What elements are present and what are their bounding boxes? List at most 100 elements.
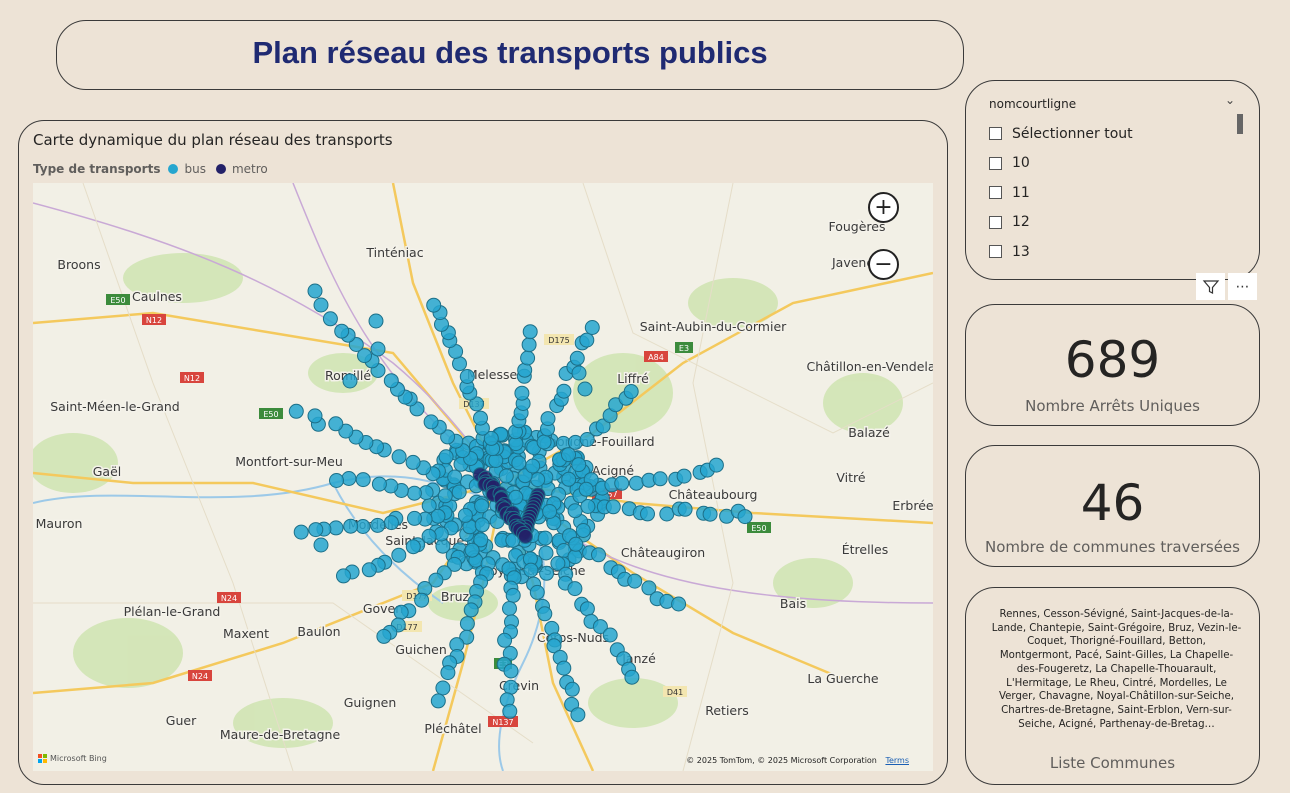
- bus-stop[interactable]: [514, 385, 530, 401]
- bus-stop[interactable]: [361, 562, 377, 578]
- bus-stop[interactable]: [414, 592, 430, 608]
- bus-stop[interactable]: [537, 606, 553, 622]
- bus-stop[interactable]: [522, 324, 538, 340]
- bus-stop[interactable]: [591, 547, 606, 563]
- bus-stop[interactable]: [569, 350, 585, 366]
- bus-stop[interactable]: [423, 414, 439, 430]
- bus-stop[interactable]: [671, 596, 687, 612]
- map-terms-link[interactable]: Terms: [885, 756, 909, 765]
- bus-stop[interactable]: [602, 627, 618, 643]
- bus-stop[interactable]: [536, 434, 552, 450]
- bus-stop[interactable]: [440, 665, 456, 681]
- bus-stop[interactable]: [584, 320, 600, 335]
- checkbox[interactable]: [989, 127, 1002, 141]
- bus-stop[interactable]: [520, 350, 536, 366]
- bus-stop[interactable]: [579, 332, 595, 348]
- slicer-scrollbar[interactable]: [1237, 114, 1243, 134]
- zoom-out-button[interactable]: −: [868, 249, 899, 280]
- bus-stop[interactable]: [567, 503, 583, 519]
- bus-stop[interactable]: [540, 411, 556, 427]
- bus-stop[interactable]: [447, 469, 463, 485]
- bus-stop[interactable]: [568, 536, 584, 552]
- bus-stop[interactable]: [561, 447, 576, 463]
- bus-stop[interactable]: [329, 473, 344, 488]
- bus-stop[interactable]: [605, 499, 621, 515]
- bus-stop[interactable]: [368, 313, 384, 329]
- bus-stop[interactable]: [567, 549, 583, 565]
- bus-stop[interactable]: [407, 510, 422, 526]
- map-svg[interactable]: E50N12N12E50D137D175A84E3N157E50N24D177D…: [33, 183, 933, 771]
- bus-stop[interactable]: [517, 362, 533, 378]
- bus-stop[interactable]: [293, 524, 309, 540]
- bus-stop[interactable]: [575, 523, 591, 538]
- bus-stop[interactable]: [313, 297, 329, 313]
- bus-stop[interactable]: [628, 475, 644, 491]
- bus-stop[interactable]: [505, 587, 521, 603]
- slicer-item-select-all[interactable]: Sélectionner tout: [989, 119, 1133, 149]
- bus-stop[interactable]: [341, 471, 357, 486]
- bus-stop[interactable]: [430, 508, 446, 524]
- bus-stop[interactable]: [334, 323, 350, 339]
- legend-label-metro[interactable]: metro: [232, 162, 268, 176]
- bus-stop[interactable]: [370, 517, 386, 533]
- bus-stop[interactable]: [383, 373, 399, 389]
- bus-stop[interactable]: [652, 471, 668, 487]
- bus-stop[interactable]: [708, 457, 724, 473]
- bus-stop[interactable]: [577, 381, 593, 397]
- bus-stop[interactable]: [659, 506, 675, 522]
- legend-label-bus[interactable]: bus: [184, 162, 205, 176]
- bus-stop[interactable]: [457, 507, 473, 523]
- chevron-down-icon[interactable]: ⌄: [1225, 93, 1235, 107]
- bus-stop[interactable]: [405, 454, 421, 470]
- bus-stop[interactable]: [459, 369, 475, 384]
- slicer-item[interactable]: 13: [989, 237, 1133, 267]
- metro-stop[interactable]: [518, 528, 533, 544]
- slicer-item[interactable]: 10: [989, 149, 1133, 179]
- bus-stop[interactable]: [435, 680, 451, 696]
- bus-stop[interactable]: [614, 475, 630, 491]
- bus-stop[interactable]: [342, 373, 358, 389]
- bus-stop[interactable]: [336, 568, 351, 584]
- bus-stop[interactable]: [556, 383, 572, 399]
- bus-stop[interactable]: [624, 669, 640, 685]
- bus-stop[interactable]: [627, 573, 643, 589]
- bus-stop[interactable]: [307, 283, 323, 299]
- bus-stop[interactable]: [542, 504, 558, 519]
- bus-stop[interactable]: [676, 468, 692, 484]
- bus-stop[interactable]: [426, 297, 442, 313]
- bus-stop[interactable]: [430, 693, 446, 709]
- bus-stop[interactable]: [288, 403, 304, 419]
- bus-stop[interactable]: [406, 485, 422, 501]
- zoom-in-button[interactable]: +: [868, 192, 899, 223]
- bus-stop[interactable]: [328, 416, 344, 432]
- bus-stop[interactable]: [463, 602, 479, 618]
- bus-stop[interactable]: [473, 410, 488, 426]
- checkbox[interactable]: [989, 156, 1002, 170]
- bus-stop[interactable]: [376, 628, 392, 644]
- bus-stop[interactable]: [571, 365, 587, 381]
- bus-stop[interactable]: [437, 488, 453, 504]
- bus-stop[interactable]: [567, 581, 583, 597]
- more-options-icon[interactable]: ⋯: [1228, 273, 1257, 300]
- bus-stop[interactable]: [464, 542, 480, 558]
- checkbox[interactable]: [989, 186, 1002, 200]
- checkbox[interactable]: [989, 245, 1002, 259]
- slicer-item[interactable]: 12: [989, 208, 1133, 238]
- bus-stop[interactable]: [511, 455, 527, 471]
- bus-stop[interactable]: [578, 481, 594, 497]
- bus-stop[interactable]: [371, 476, 387, 492]
- bus-stop[interactable]: [459, 616, 475, 632]
- bus-stop[interactable]: [737, 509, 753, 525]
- bus-stop[interactable]: [370, 341, 386, 357]
- bus-stop[interactable]: [474, 498, 490, 514]
- bus-stop[interactable]: [502, 601, 517, 616]
- bus-stop[interactable]: [393, 604, 409, 620]
- bus-stop[interactable]: [570, 707, 586, 723]
- bus-stop[interactable]: [308, 522, 324, 538]
- slicer-item[interactable]: 11: [989, 178, 1133, 208]
- bus-stop[interactable]: [561, 471, 577, 487]
- bus-stop[interactable]: [355, 472, 371, 488]
- bus-stop[interactable]: [564, 681, 580, 697]
- bus-stop[interactable]: [677, 501, 693, 517]
- map-visual[interactable]: Carte dynamique du plan réseau des trans…: [18, 120, 948, 785]
